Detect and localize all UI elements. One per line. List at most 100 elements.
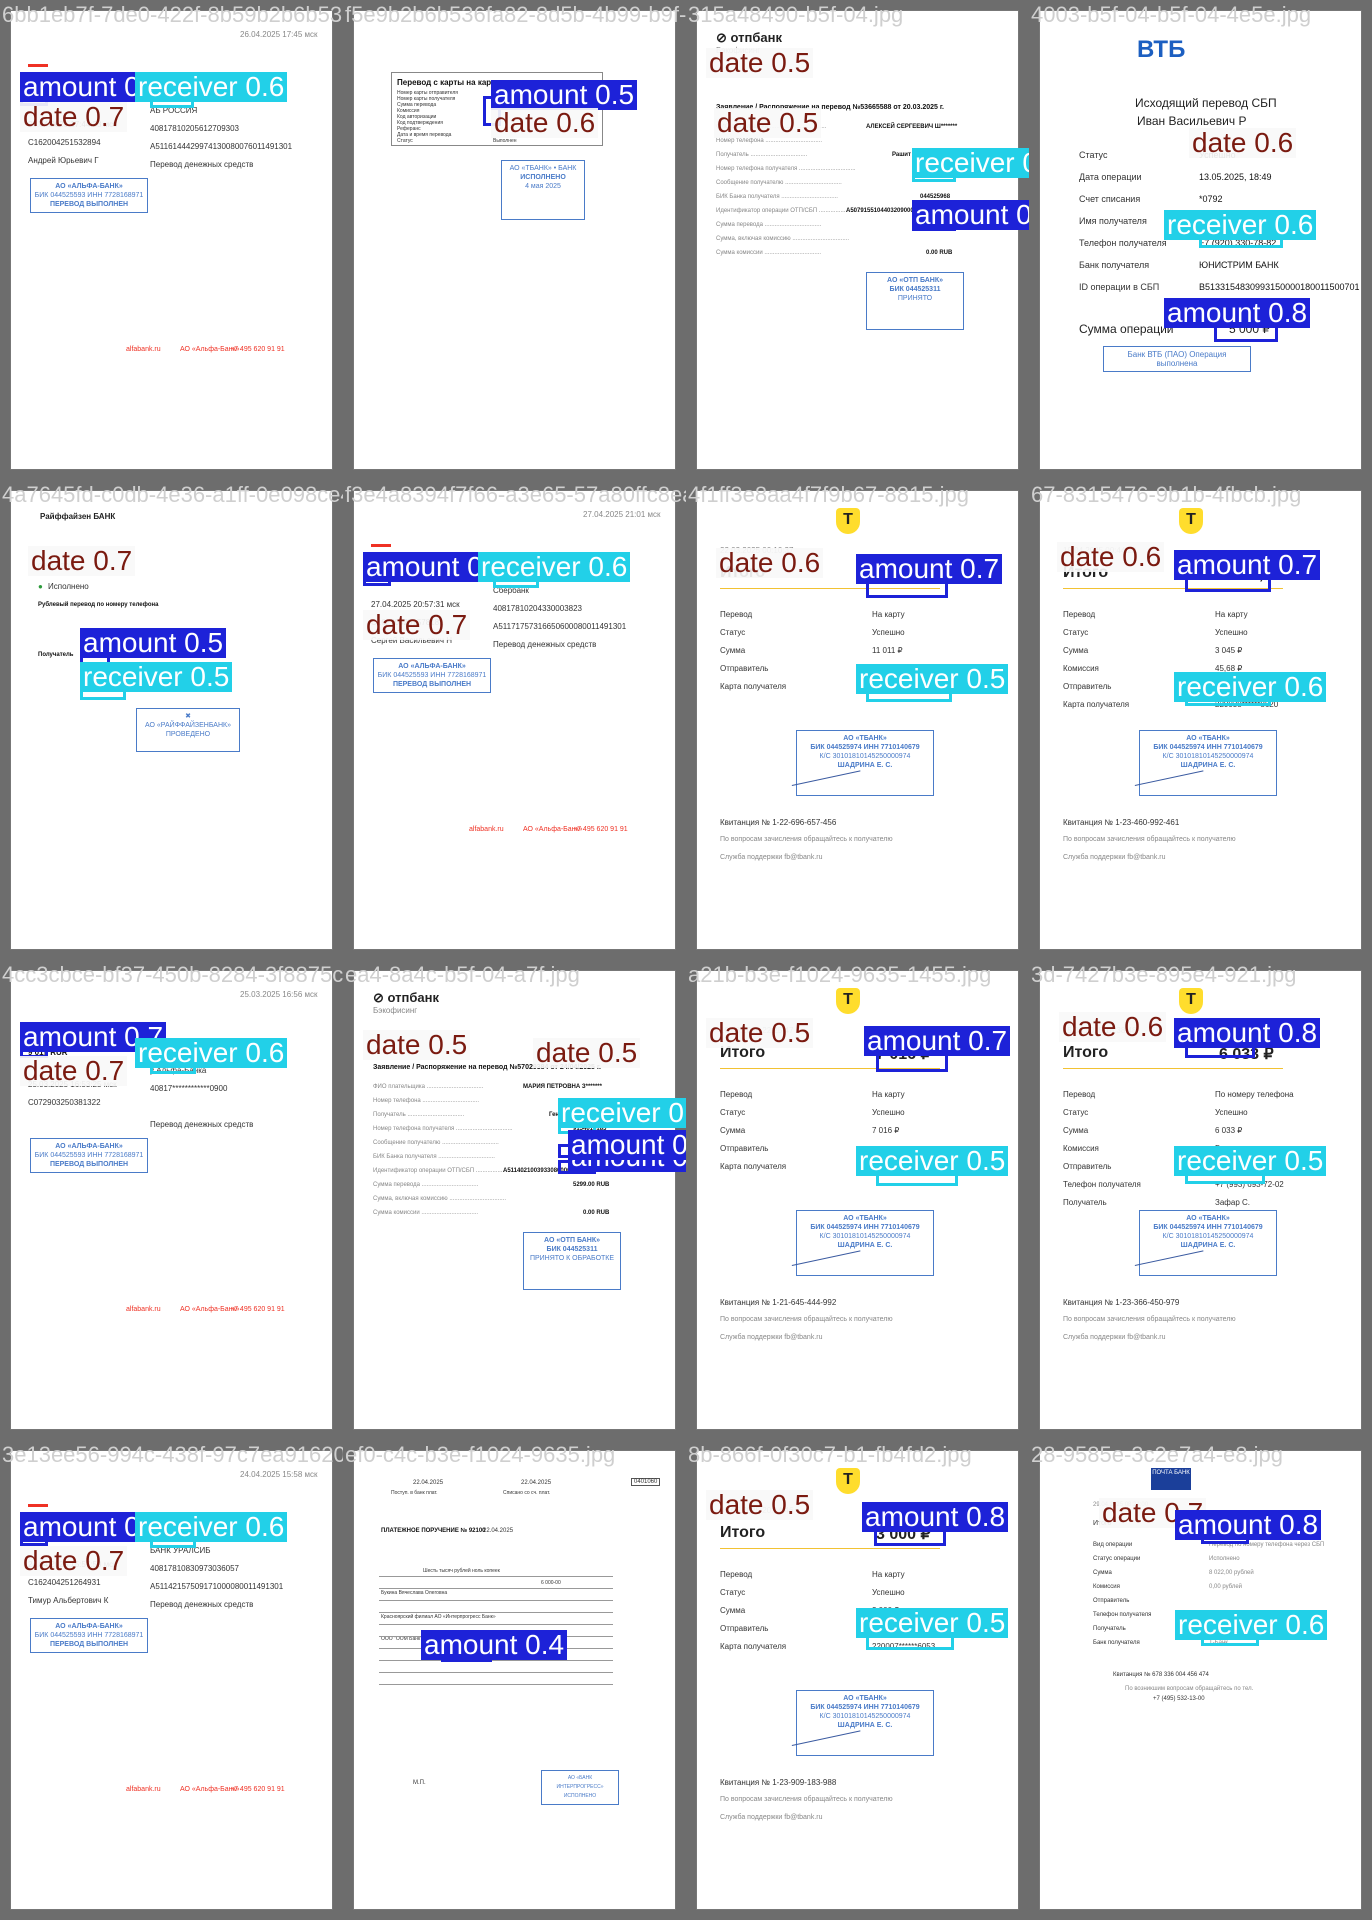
doc-text-type: Перевод денежных средств xyxy=(493,640,597,649)
doc-text-status: Исполнено xyxy=(48,582,89,591)
doc-text-id_val: B5133154830993150000180011500701 xyxy=(1199,282,1360,292)
doc-text-r2: Статус xyxy=(720,628,746,637)
pochta-logo-icon: ПОЧТА БАНК xyxy=(1151,1468,1191,1490)
detection-label-date: date 0.6 xyxy=(491,108,599,138)
receipt-tile: Перевод с карты на карту Номер карты отпр… xyxy=(343,0,686,480)
doc-text-q: По вопросам зачисления обращайтесь к пол… xyxy=(1063,836,1236,843)
receipt-tile: ⊘ отпбанкБэкофисингЗаявление / Распоряже… xyxy=(343,960,686,1440)
doc-text-fee: 0.00 RUB xyxy=(583,1210,610,1216)
doc-text-acc_label: Счет списания xyxy=(1079,194,1141,204)
otp-row-label: Сумма перевода .........................… xyxy=(373,1182,479,1188)
receipt-document: ⊘ отпбанкБэкофисингЗаявление / Распоряже… xyxy=(696,10,1019,470)
doc-text-r1: Перевод xyxy=(720,1570,753,1579)
doc-text-v4: 0,00 рублей xyxy=(1209,1584,1243,1590)
doc-text-v2: Успешно xyxy=(1215,1108,1248,1117)
detection-label-amount: amount 0.5 xyxy=(80,628,227,658)
doc-text-r6: Карта получателя xyxy=(1063,700,1130,709)
detection-label-date: date 0.7 xyxy=(20,1546,128,1576)
alfa-footer-phone: +7 495 620 91 91 xyxy=(573,826,628,833)
detection-label-amount: amount 0.8 xyxy=(912,200,1029,230)
doc-text-sup: Служба поддержки fb@tbank.ru xyxy=(720,854,823,861)
doc-text-kv: Квитанция № 1-23-460-992-461 xyxy=(1063,818,1180,827)
detection-label-receiver: receiver 0.6 xyxy=(1164,210,1317,240)
otp-row-label: Сумма, включая комиссию ................… xyxy=(716,236,850,242)
status-check-icon: ● xyxy=(38,582,43,591)
doc-text-id_label: ID операции в СБП xyxy=(1079,282,1160,292)
form-line xyxy=(379,1660,613,1661)
doc-text-q: По возникшим вопросам обращайтесь по тел… xyxy=(1125,1686,1254,1692)
doc-text-r1: Перевод xyxy=(1063,1090,1096,1099)
doc-text-op: C072903250381322 xyxy=(28,1098,101,1107)
doc-text-sbp: A5116144429974130080076011491301 xyxy=(150,142,293,151)
doc-text-r3: Сумма xyxy=(720,1126,746,1135)
detection-label-amount: amount 0.8 xyxy=(862,1502,1009,1532)
vtb-stamp: Банк ВТБ (ПАО) Операция выполнена xyxy=(1103,346,1251,372)
detection-label-receiver: receiver 0.6 xyxy=(135,1512,288,1542)
otp-row-label: Получатель .............................… xyxy=(716,152,808,158)
detection-label-date: date 0.6 xyxy=(716,548,824,578)
tile-filename: 3e13ee56-994c-438f-97c7ea916204c5261.jpg xyxy=(2,1442,343,1467)
doc-text-status: Выполнен xyxy=(493,138,517,144)
doc-text-bank: Красноярский филиал АО «Интерпрогресс Ба… xyxy=(381,1614,496,1620)
doc-text-r5: Отправитель xyxy=(1063,1162,1112,1171)
doc-text-kv: Квитанция № 678 336 004 456 474 xyxy=(1113,1672,1209,1678)
doc-text-q: По вопросам зачисления обращайтесь к пол… xyxy=(720,1796,893,1803)
doc-text-v1: На карту xyxy=(872,1570,905,1579)
doc-header: 24.04.2025 15:58 мск xyxy=(240,1470,318,1479)
receipt-tile: ПОЧТА БАНК29.04.2025 08:24:00Итого8 022,… xyxy=(1029,1440,1372,1920)
doc-text-type: Перевод денежных средств xyxy=(150,1600,254,1609)
doc-text-op: C162004251532894 xyxy=(28,138,101,147)
platezhka-stamp: АО «БАНК ИНТЕРПРОГРЕСС» ИСПОЛНЕНО xyxy=(541,1770,619,1805)
receipt-tile: Т05.05.2025 20:14:46Итого3 000 ₽ПереводН… xyxy=(686,1440,1029,1920)
doc-text-date_val: 13.05.2025, 18:49 xyxy=(1199,172,1272,182)
form-line xyxy=(379,1588,613,1589)
doc-text-sum: 5299.00 RUB xyxy=(573,1182,610,1188)
executed-stamp: АО «ТБАНК» • БАНК ИСПОЛНЕНО 4 мая 2025 xyxy=(501,160,585,220)
receipt-tile: Т10.03.2025 22:25:47Итого7 016 ₽ПереводН… xyxy=(686,960,1029,1440)
doc-text-r3: Сумма xyxy=(1093,1570,1112,1576)
detection-label-receiver: receiver 0.6 xyxy=(135,1038,288,1068)
doc-text-r1: Вид операции xyxy=(1093,1542,1133,1548)
detection-label-date: date 0.7 xyxy=(20,1056,128,1086)
tile-filename: 8b-866f-0f30c7-b1-fb4fd2.jpg xyxy=(688,1442,972,1467)
doc-header: 26.04.2025 17:45 мск xyxy=(240,30,318,39)
detection-label-receiver: receiver 0.6 xyxy=(478,552,631,582)
receipt-document: 22.04.2025 22.04.2025 0401060 Поступ. в бан… xyxy=(353,1450,676,1910)
tile-filename: 28-9585e-3c2e7a4-e8.jpg xyxy=(1031,1442,1283,1467)
doc-text-title: Исходящий перевод СБП xyxy=(1135,96,1277,110)
detection-label-amount: amount 0.8 xyxy=(1164,298,1311,328)
doc-text-r4: Отправитель xyxy=(720,1144,769,1153)
doc-text-v2: Успешно xyxy=(872,1108,905,1117)
tile-filename: 67-8315476-9b1b-4fbcb.jpg xyxy=(1031,482,1302,507)
results-grid: 26.04.2025 17:45 мск9 020 RUR26.04.2025 … xyxy=(0,0,1372,1920)
detection-label-amount: amount 0.3 xyxy=(568,1130,686,1160)
doc-text-recv: Получатель xyxy=(38,652,74,658)
doc-text-v2: Успешно xyxy=(872,628,905,637)
receipt-tile: Т22.03.2025 00:10:37Итого11 011 ₽Перевод… xyxy=(686,480,1029,960)
raif-stamp: ✖ АО «РАЙФФАЙЗЕНБАНК» ПРОВЕДЕНО xyxy=(136,708,240,752)
tile-filename: 3d-7427b3e-895e4-921.jpg xyxy=(1031,962,1297,987)
doc-text-v1: На карту xyxy=(1215,610,1248,619)
doc-text-phone_label: Телефон получателя xyxy=(1079,238,1167,248)
doc-text-r7: Получатель xyxy=(1093,1626,1126,1632)
otp-row-label: Номер телефона получателя ..............… xyxy=(373,1126,513,1132)
detection-label-date: date 0.5 xyxy=(533,1038,641,1068)
doc-text-recv_label: Имя получателя xyxy=(1079,216,1147,226)
doc-text-kv: Квитанция № 1-23-366-450-979 xyxy=(1063,1298,1180,1307)
doc-text-r1: Перевод xyxy=(720,610,753,619)
detection-label-date: date 0.5 xyxy=(706,1490,814,1520)
doc-text-r5: Отправитель xyxy=(1093,1598,1130,1604)
tile-filename: 6bb1eb7f-7de0-422f-8b59b2b6b536fa82.jpg xyxy=(2,2,343,27)
detection-label-receiver: receiver 0.5 xyxy=(80,662,233,692)
doc-text-sum_label: Сумма операции xyxy=(1079,322,1174,336)
tbank-logo-icon: Т xyxy=(1179,988,1203,1014)
card2card-row-label: Статус xyxy=(397,138,413,144)
doc-text-sumwords: Шесть тысяч рублей ноль копеек xyxy=(423,1568,500,1574)
otp-row-label: Сумма, включая комиссию ................… xyxy=(373,1196,507,1202)
detection-label-amount: amount 0.8 xyxy=(1174,1018,1321,1048)
doc-text-acc: 40817810830973036057 xyxy=(150,1564,239,1573)
doc-text-date_label: Дата операции xyxy=(1079,172,1142,182)
doc-text-r5: Отправитель xyxy=(1063,682,1112,691)
otp-row-label: Сообщение получателю ...................… xyxy=(373,1140,499,1146)
doc-text-r1: Перевод xyxy=(1063,610,1096,619)
